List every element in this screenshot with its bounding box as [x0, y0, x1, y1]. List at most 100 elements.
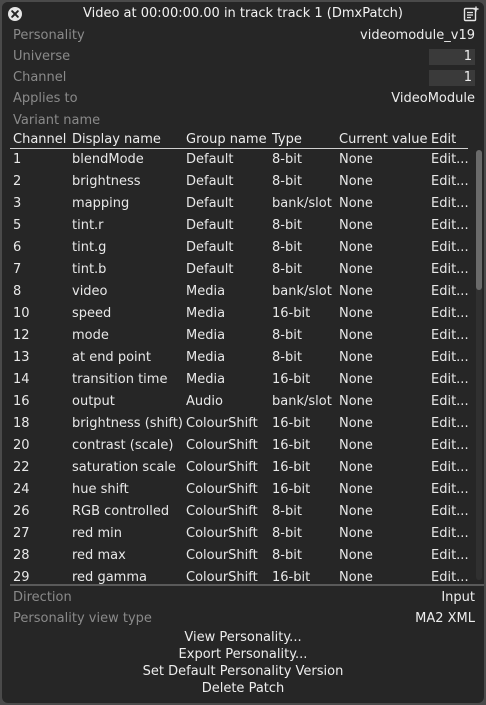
table-row[interactable]: 10 speed Media 16-bit None Edit...	[10, 303, 472, 325]
edit-link[interactable]: Edit...	[431, 150, 471, 170]
cell-channel: 28	[13, 548, 30, 563]
table-row[interactable]: 3 mapping Default bank/slot None Edit...	[10, 193, 472, 215]
table-row[interactable]: 5 tint.r Default 8-bit None Edit...	[10, 215, 472, 237]
cell-type: 16-bit	[272, 416, 311, 431]
cell-group-name: Default	[186, 174, 234, 189]
edit-link[interactable]: Edit...	[431, 524, 471, 544]
table-scrollbar[interactable]	[476, 150, 482, 580]
cell-group-name: ColourShift	[186, 548, 258, 563]
cell-display-name: output	[72, 394, 115, 409]
edit-link[interactable]: Edit...	[431, 370, 471, 390]
cell-group-name: Default	[186, 262, 234, 277]
set-default-version-button[interactable]: Set Default Personality Version	[2, 663, 484, 680]
cell-type: 8-bit	[272, 152, 302, 167]
edit-link[interactable]: Edit...	[431, 546, 471, 566]
cell-type: 16-bit	[272, 570, 311, 584]
edit-link[interactable]: Edit...	[431, 414, 471, 434]
cell-group-name: Media	[186, 328, 226, 343]
cell-type: 16-bit	[272, 482, 311, 497]
cell-display-name: tint.b	[72, 262, 107, 277]
cell-type: 8-bit	[272, 174, 302, 189]
applies-to-value[interactable]: VideoModule	[391, 89, 475, 109]
edit-link[interactable]: Edit...	[431, 326, 471, 346]
column-header-current-value[interactable]: Current value	[339, 130, 431, 150]
table-row[interactable]: 20 contrast (scale) ColourShift 16-bit None E…	[10, 435, 472, 457]
table-row[interactable]: 27 red min ColourShift 8-bit None Edit...	[10, 523, 472, 545]
cell-type: 8-bit	[272, 350, 302, 365]
table-row[interactable]: 22 saturation scale ColourShift 16-bit None E…	[10, 457, 472, 479]
table-row[interactable]: 28 red max ColourShift 8-bit None Edit...	[10, 545, 472, 567]
table-row[interactable]: 2 brightness Default 8-bit None Edit...	[10, 171, 472, 193]
cell-channel: 2	[13, 174, 22, 189]
scrollbar-thumb[interactable]	[476, 150, 482, 290]
edit-link[interactable]: Edit...	[431, 194, 471, 214]
cell-current-value: None	[339, 350, 373, 365]
column-header-group-name[interactable]: Group name	[186, 130, 272, 150]
cell-channel: 10	[13, 306, 30, 321]
cell-channel: 26	[13, 504, 30, 519]
edit-link[interactable]: Edit...	[431, 568, 471, 584]
edit-link[interactable]: Edit...	[431, 304, 471, 324]
cell-type: 8-bit	[272, 328, 302, 343]
column-header-channel[interactable]: Channel	[13, 130, 69, 150]
edit-link[interactable]: Edit...	[431, 502, 471, 522]
column-header-display-name[interactable]: Display name	[72, 130, 184, 150]
cell-type: 8-bit	[272, 262, 302, 277]
cell-current-value: None	[339, 306, 373, 321]
cell-type: 16-bit	[272, 438, 311, 453]
notes-icon[interactable]	[463, 6, 479, 22]
table-row[interactable]: 16 output Audio bank/slot None Edit...	[10, 391, 472, 413]
cell-group-name: ColourShift	[186, 526, 258, 541]
applies-to-label: Applies to	[13, 91, 78, 106]
direction-value[interactable]: Input	[441, 588, 475, 608]
table-row[interactable]: 6 tint.g Default 8-bit None Edit...	[10, 237, 472, 259]
view-type-row: Personality view type MA2 XML	[13, 609, 475, 629]
cell-group-name: Media	[186, 350, 226, 365]
column-header-edit[interactable]: Edit	[431, 130, 471, 150]
cell-channel: 18	[13, 416, 30, 431]
cell-group-name: Default	[186, 218, 234, 233]
cell-current-value: None	[339, 416, 373, 431]
universe-input[interactable]: 1	[429, 49, 475, 65]
cell-channel: 13	[13, 350, 30, 365]
cell-display-name: mapping	[72, 196, 130, 211]
table-row[interactable]: 12 mode Media 8-bit None Edit...	[10, 325, 472, 347]
edit-link[interactable]: Edit...	[431, 458, 471, 478]
column-header-type[interactable]: Type	[272, 130, 340, 150]
cell-display-name: tint.r	[72, 218, 104, 233]
edit-link[interactable]: Edit...	[431, 436, 471, 456]
table-row[interactable]: 26 RGB controlled ColourShift 8-bit None Edit…	[10, 501, 472, 523]
channel-input[interactable]: 1	[429, 70, 475, 86]
table-row[interactable]: 13 at end point Media 8-bit None Edit...	[10, 347, 472, 369]
view-type-label: Personality view type	[13, 611, 152, 626]
edit-link[interactable]: Edit...	[431, 172, 471, 192]
edit-link[interactable]: Edit...	[431, 348, 471, 368]
cell-channel: 24	[13, 482, 30, 497]
personality-value[interactable]: videomodule_v19	[360, 26, 475, 46]
variant-name-row: Variant name	[13, 111, 475, 131]
cell-current-value: None	[339, 372, 373, 387]
edit-link[interactable]: Edit...	[431, 216, 471, 236]
cell-current-value: None	[339, 218, 373, 233]
table-row[interactable]: 29 red gamma ColourShift 16-bit None Edit...	[10, 567, 472, 584]
edit-link[interactable]: Edit...	[431, 282, 471, 302]
cell-display-name: red min	[72, 526, 122, 541]
edit-link[interactable]: Edit...	[431, 392, 471, 412]
cell-display-name: speed	[72, 306, 112, 321]
edit-link[interactable]: Edit...	[431, 238, 471, 258]
delete-patch-button[interactable]: Delete Patch	[2, 680, 484, 697]
view-type-value[interactable]: MA2 XML	[415, 609, 475, 629]
edit-link[interactable]: Edit...	[431, 480, 471, 500]
table-row[interactable]: 24 hue shift ColourShift 16-bit None Edit...	[10, 479, 472, 501]
cell-display-name: brightness (shift)	[72, 416, 183, 431]
cell-channel: 20	[13, 438, 30, 453]
table-row[interactable]: 8 video Media bank/slot None Edit...	[10, 281, 472, 303]
table-row[interactable]: 18 brightness (shift) ColourShift 16-bit Non…	[10, 413, 472, 435]
table-row[interactable]: 1 blendMode Default 8-bit None Edit...	[10, 149, 472, 171]
table-row[interactable]: 7 tint.b Default 8-bit None Edit...	[10, 259, 472, 281]
table-row[interactable]: 14 transition time Media 16-bit None Edit...	[10, 369, 472, 391]
edit-link[interactable]: Edit...	[431, 260, 471, 280]
view-personality-button[interactable]: View Personality...	[2, 629, 484, 646]
splitter[interactable]	[10, 584, 484, 586]
export-personality-button[interactable]: Export Personality...	[2, 646, 484, 663]
